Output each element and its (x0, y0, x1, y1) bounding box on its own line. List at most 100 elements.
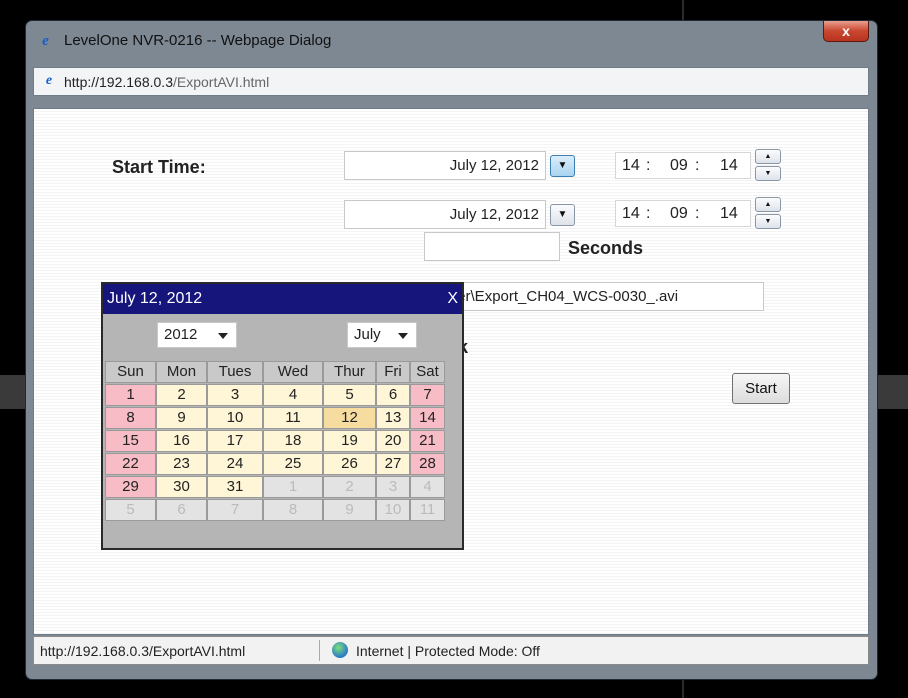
calendar-day-other-month: 3 (376, 476, 410, 498)
address-host: http://192.168.0.3 (64, 74, 173, 90)
calendar-day[interactable]: 3 (207, 384, 263, 406)
start-time-label: Start Time: (112, 157, 206, 177)
calendar-day-other-month: 1 (263, 476, 323, 498)
start-date-field[interactable]: July 12, 2012 (344, 151, 546, 180)
calendar-day-header: Sun (105, 361, 156, 383)
calendar-day-header: Mon (156, 361, 207, 383)
calendar-day-other-month: 7 (207, 499, 263, 521)
calendar-day[interactable]: 24 (207, 453, 263, 475)
calendar-day[interactable]: 22 (105, 453, 156, 475)
title-bar[interactable]: e LevelOne NVR-0216 -- Webpage Dialog x (26, 21, 877, 57)
duration-field[interactable] (424, 232, 560, 261)
end-date-field[interactable]: July 12, 2012 (344, 200, 546, 229)
calendar-day[interactable]: 19 (323, 430, 376, 452)
calendar-close-button[interactable]: X (447, 290, 458, 308)
chevron-down-icon (218, 333, 228, 339)
page-ie-icon: e (45, 73, 53, 88)
start-button[interactable]: Start (732, 373, 790, 404)
file-path-field[interactable]: Folder\Export_CH04_WCS-0030_.avi (424, 282, 764, 311)
calendar-day[interactable]: 30 (156, 476, 207, 498)
calendar-day[interactable]: 6 (376, 384, 410, 406)
calendar-day-other-month: 5 (105, 499, 156, 521)
end-time-spinner: ▲ ▼ (755, 197, 781, 229)
address-path: /ExportAVI.html (172, 74, 270, 90)
status-zone: Internet | Protected Mode: Off (356, 643, 540, 659)
end-hour[interactable]: 14 (622, 201, 640, 226)
calendar-day-other-month: 2 (323, 476, 376, 498)
calendar-day[interactable]: 16 (156, 430, 207, 452)
spin-down-icon[interactable]: ▼ (755, 166, 781, 181)
end-time-field[interactable]: 14 : 09 : 14 (615, 200, 751, 227)
calendar-day[interactable]: 4 (263, 384, 323, 406)
calendar-day-other-month: 6 (156, 499, 207, 521)
window-title: LevelOne NVR-0216 -- Webpage Dialog (64, 32, 332, 49)
calendar-day[interactable]: 14 (410, 407, 445, 429)
month-select[interactable]: July (347, 322, 417, 348)
ie-icon: e (42, 33, 49, 49)
calendar-day-header: Thur (323, 361, 376, 383)
calendar-day[interactable]: 12 (323, 407, 376, 429)
calendar-day[interactable]: 7 (410, 384, 445, 406)
calendar-day-header: Fri (376, 361, 410, 383)
calendar-day[interactable]: 23 (156, 453, 207, 475)
calendar-day[interactable]: 28 (410, 453, 445, 475)
address-bar: e http://192.168.0.3/ExportAVI.html (33, 67, 869, 96)
start-time-field[interactable]: 14 : 09 : 14 (615, 152, 751, 179)
calendar-day-header: Tues (207, 361, 263, 383)
year-select-value: 2012 (164, 326, 198, 343)
seconds-label: Seconds (568, 238, 644, 258)
calendar-day[interactable]: 29 (105, 476, 156, 498)
start-calendar-button[interactable]: ▼ (550, 155, 575, 177)
close-button[interactable]: x (823, 21, 869, 42)
start-second[interactable]: 14 (720, 153, 738, 178)
calendar-day[interactable]: 9 (156, 407, 207, 429)
calendar-day[interactable]: 25 (263, 453, 323, 475)
calendar-day[interactable]: 5 (323, 384, 376, 406)
calendar-day[interactable]: 31 (207, 476, 263, 498)
calendar-day[interactable]: 26 (323, 453, 376, 475)
calendar-day[interactable]: 10 (207, 407, 263, 429)
calendar-day[interactable]: 1 (105, 384, 156, 406)
status-url: http://192.168.0.3/ExportAVI.html (40, 643, 246, 659)
time-separator: : (695, 205, 700, 222)
spin-up-icon[interactable]: ▲ (755, 197, 781, 212)
calendar-day-other-month: 8 (263, 499, 323, 521)
calendar-day[interactable]: 17 (207, 430, 263, 452)
calendar-day[interactable]: 13 (376, 407, 410, 429)
year-select[interactable]: 2012 (157, 322, 237, 348)
calendar-day[interactable]: 15 (105, 430, 156, 452)
calendar-day[interactable]: 18 (263, 430, 323, 452)
calendar-day-other-month: 4 (410, 476, 445, 498)
start-hour[interactable]: 14 (622, 153, 640, 178)
calendar-day-header: Wed (263, 361, 323, 383)
calendar-day-other-month: 11 (410, 499, 445, 521)
spin-down-icon[interactable]: ▼ (755, 214, 781, 229)
calendar-day[interactable]: 21 (410, 430, 445, 452)
start-time-spinner: ▲ ▼ (755, 149, 781, 181)
calendar-day-header: Sat (410, 361, 445, 383)
start-minute[interactable]: 09 (670, 153, 688, 178)
time-separator: : (695, 157, 700, 174)
spin-up-icon[interactable]: ▲ (755, 149, 781, 164)
address-text: http://192.168.0.3/ExportAVI.html (64, 74, 269, 90)
calendar-day[interactable]: 20 (376, 430, 410, 452)
page-content: Start Time: July 12, 2012 ▼ 14 : 09 : 14… (33, 108, 869, 635)
calendar-day[interactable]: 11 (263, 407, 323, 429)
status-divider (319, 640, 320, 661)
chevron-down-icon (398, 333, 408, 339)
calendar-day[interactable]: 27 (376, 453, 410, 475)
status-bar: http://192.168.0.3/ExportAVI.html Intern… (33, 636, 869, 665)
time-separator: : (646, 157, 651, 174)
end-second[interactable]: 14 (720, 201, 738, 226)
end-calendar-button[interactable]: ▼ (550, 204, 575, 226)
calendar-popup: July 12, 2012 X 2012 July Sun Mon Tues Wed T… (101, 282, 464, 550)
calendar-day-other-month: 10 (376, 499, 410, 521)
calendar-day-other-month: 9 (323, 499, 376, 521)
calendar-day[interactable]: 8 (105, 407, 156, 429)
calendar-title: July 12, 2012 (107, 290, 203, 307)
calendar-header: July 12, 2012 X (103, 284, 462, 314)
globe-icon (332, 642, 348, 658)
end-minute[interactable]: 09 (670, 201, 688, 226)
time-separator: : (646, 205, 651, 222)
calendar-day[interactable]: 2 (156, 384, 207, 406)
